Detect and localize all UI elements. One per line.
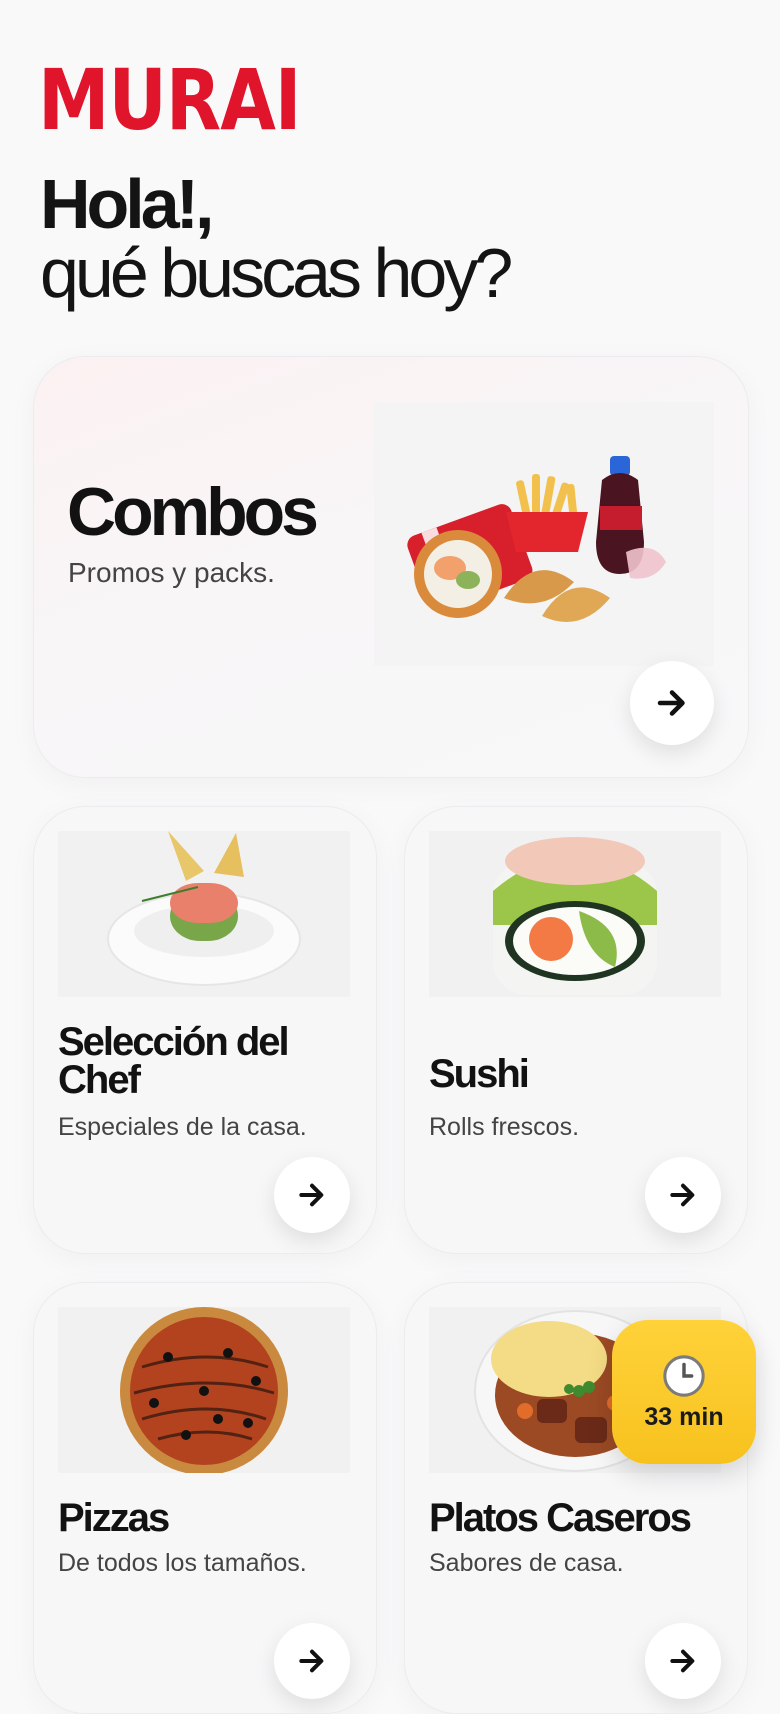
category-description: Promos y packs. [68, 557, 275, 588]
brand-logo: MURAI [38, 51, 302, 149]
delivery-time-label: 33 min [644, 1402, 724, 1431]
category-title: Pizzas [58, 1496, 170, 1540]
tartare-dish-image [58, 831, 350, 997]
greeting-subtitle: qué buscas hoy? [40, 234, 513, 312]
category-card-chef[interactable]: Selección del Chef Especiales de la casa… [33, 806, 377, 1254]
combo-meal-image [374, 402, 714, 666]
greeting-title: Hola!, [40, 165, 214, 243]
clock-icon [663, 1354, 705, 1397]
category-card-pizzas[interactable]: Pizzas De todos los tamaños. [33, 1282, 377, 1714]
arrow-right-icon [657, 690, 685, 716]
category-description: De todos los tamaños. [58, 1549, 307, 1577]
arrow-right-icon [670, 1649, 695, 1673]
sushi-roll-image [429, 831, 721, 997]
arrow-right-icon [299, 1183, 324, 1207]
category-title: Sushi [429, 1052, 530, 1096]
sushi-arrow-button[interactable] [645, 1157, 721, 1233]
category-card-sushi[interactable]: Sushi Rolls frescos. [404, 806, 748, 1254]
arrow-right-icon [670, 1183, 695, 1207]
category-card-combos[interactable]: Combos Promos y packs. [33, 356, 749, 778]
delivery-timer-badge[interactable]: 33 min [612, 1320, 756, 1464]
arrow-right-icon [299, 1649, 324, 1673]
chef-arrow-button[interactable] [274, 1157, 350, 1233]
category-title: Combos [67, 474, 319, 550]
pizza-image [58, 1307, 350, 1473]
category-description: Rolls frescos. [429, 1113, 580, 1141]
category-title: Platos Caseros [429, 1496, 692, 1540]
category-description: Sabores de casa. [429, 1549, 624, 1577]
category-description: Especiales de la casa. [58, 1113, 307, 1141]
category-title: Selección del Chef [58, 1020, 290, 1102]
combos-arrow-button[interactable] [630, 661, 714, 745]
